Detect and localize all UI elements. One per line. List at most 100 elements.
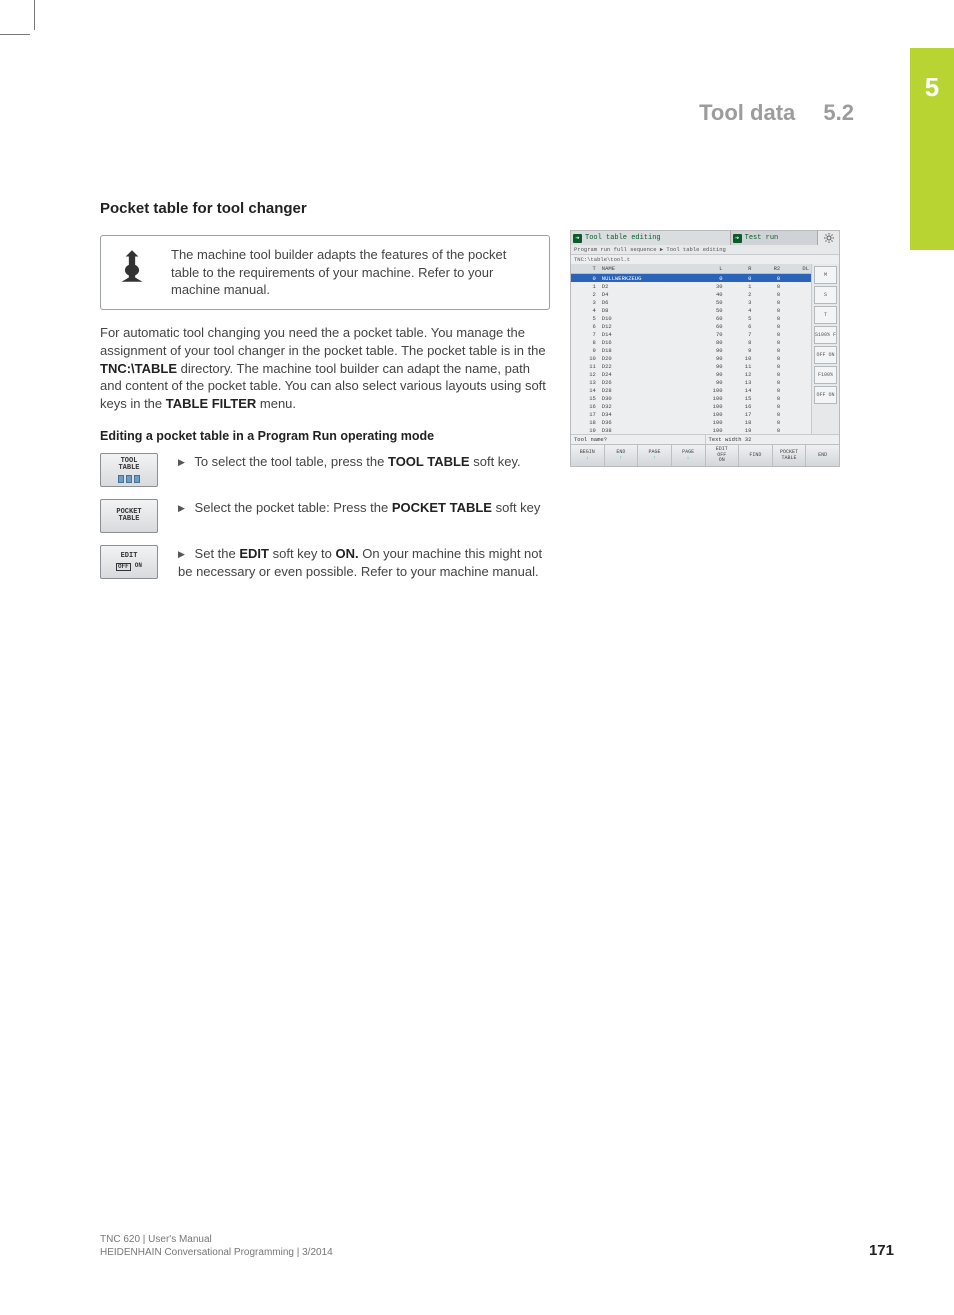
- step-span: To select the tool table, press the: [194, 454, 388, 469]
- table-cell: 14: [725, 386, 754, 394]
- fig-softkey-bar: BEGINENDPAGEPAGEEDITOFFONFINDPOCKETTABLE…: [571, 444, 839, 466]
- body-paragraph: For automatic tool changing you need the…: [100, 324, 550, 414]
- table-cell: D14: [600, 330, 691, 338]
- sidebar-item[interactable]: OFF ON: [814, 346, 837, 364]
- table-cell: 0: [753, 290, 782, 298]
- table-cell: 0: [753, 306, 782, 314]
- fig-status-bar: Tool name? Text width 32: [571, 434, 839, 444]
- edit-softkey[interactable]: EDIT OFFON: [100, 545, 158, 579]
- table-cell: 50: [691, 298, 725, 306]
- fig-softkey[interactable]: END: [806, 445, 839, 466]
- sidebar-item[interactable]: M: [814, 266, 837, 284]
- fig-title-text: Tool table editing: [585, 234, 661, 242]
- table-cell: 11: [571, 362, 600, 370]
- table-cell: 0: [753, 346, 782, 354]
- table-cell: 11: [725, 362, 754, 370]
- pocket-table-softkey[interactable]: POCKET TABLE: [100, 499, 158, 533]
- table-row[interactable]: 15D30100150: [571, 394, 811, 402]
- table-cell: 100: [691, 402, 725, 410]
- table-row[interactable]: 2D44020: [571, 290, 811, 298]
- table-row[interactable]: 13D2690130: [571, 378, 811, 386]
- table-row[interactable]: 16D32100160: [571, 402, 811, 410]
- table-cell: [782, 426, 811, 434]
- table-cell: 0: [753, 274, 782, 283]
- table-header: NAME: [600, 264, 691, 274]
- step-bold: POCKET TABLE: [392, 500, 492, 515]
- step-span: soft key.: [470, 454, 521, 469]
- fig-softkey[interactable]: PAGE: [672, 445, 706, 466]
- gear-icon[interactable]: [817, 231, 839, 245]
- sidebar-item[interactable]: F100%: [814, 366, 837, 384]
- table-row[interactable]: 17D34100170: [571, 410, 811, 418]
- table-row[interactable]: 4D85040: [571, 306, 811, 314]
- table-cell: 0: [571, 274, 600, 283]
- table-cell: 15: [725, 394, 754, 402]
- table-cell: D26: [600, 378, 691, 386]
- footer-line: TNC 620 | User's Manual: [100, 1233, 333, 1246]
- table-cell: 100: [691, 394, 725, 402]
- table-cell: 1: [725, 282, 754, 290]
- sidebar-item[interactable]: T: [814, 306, 837, 324]
- arrow-icon: ➔: [733, 234, 742, 243]
- sidebar-item[interactable]: OFF ON: [814, 386, 837, 404]
- table-row[interactable]: 9D189090: [571, 346, 811, 354]
- table-cell: D2: [600, 282, 691, 290]
- table-cell: 0: [753, 282, 782, 290]
- table-row[interactable]: 3D65030: [571, 298, 811, 306]
- table-row[interactable]: 14D28100140: [571, 386, 811, 394]
- fig-softkey[interactable]: EDITOFFON: [706, 445, 740, 466]
- step-row: EDIT OFFON Set the EDIT soft key to ON. …: [100, 545, 550, 581]
- table-row[interactable]: 12D2490120: [571, 370, 811, 378]
- table-cell: D38: [600, 426, 691, 434]
- para-bold: TNC:\TABLE: [100, 361, 177, 376]
- fig-softkey[interactable]: BEGIN: [571, 445, 605, 466]
- fig-softkey[interactable]: FIND: [739, 445, 773, 466]
- table-row[interactable]: 0NULLWERKZEUG000: [571, 274, 811, 283]
- table-cell: D32: [600, 402, 691, 410]
- table-cell: [782, 282, 811, 290]
- crop-marks: [0, 0, 954, 60]
- table-row[interactable]: 5D106050: [571, 314, 811, 322]
- step-bold: EDIT: [239, 546, 269, 561]
- subheading: Pocket table for tool changer: [100, 200, 860, 217]
- tool-table-softkey[interactable]: TOOL TABLE: [100, 453, 158, 487]
- table-row[interactable]: 8D168080: [571, 338, 811, 346]
- table-cell: 13: [571, 378, 600, 386]
- table-cell: 13: [725, 378, 754, 386]
- table-row[interactable]: 18D36100180: [571, 418, 811, 426]
- sidebar-item[interactable]: S100% F: [814, 326, 837, 344]
- table-cell: 17: [725, 410, 754, 418]
- table-cell: [782, 290, 811, 298]
- chapter-number: 5: [925, 72, 939, 103]
- table-cell: 90: [691, 378, 725, 386]
- table-cell: D28: [600, 386, 691, 394]
- table-header: DL: [782, 264, 811, 274]
- step-span: soft key to: [269, 546, 335, 561]
- tool-table[interactable]: TNAMELRR2DL 0NULLWERKZEUG0001D230102D440…: [571, 264, 811, 434]
- step-text: Select the pocket table: Press the POCKE…: [178, 499, 550, 533]
- fig-softkey[interactable]: PAGE: [638, 445, 672, 466]
- table-cell: 0: [753, 298, 782, 306]
- step-span: soft key: [492, 500, 540, 515]
- table-cell: 0: [753, 394, 782, 402]
- table-cell: D6: [600, 298, 691, 306]
- table-cell: D10: [600, 314, 691, 322]
- table-row[interactable]: 7D147070: [571, 330, 811, 338]
- header-title: Tool data: [699, 100, 795, 125]
- table-cell: 17: [571, 410, 600, 418]
- table-row[interactable]: 19D38100190: [571, 426, 811, 434]
- table-cell: 19: [725, 426, 754, 434]
- para-text: menu.: [256, 396, 296, 411]
- step-span: Set the: [195, 546, 240, 561]
- table-row[interactable]: 10D2090100: [571, 354, 811, 362]
- fig-softkey[interactable]: END: [605, 445, 639, 466]
- table-row[interactable]: 1D23010: [571, 282, 811, 290]
- table-cell: D24: [600, 370, 691, 378]
- footer-line: HEIDENHAIN Conversational Programming | …: [100, 1246, 333, 1259]
- table-row[interactable]: 6D126060: [571, 322, 811, 330]
- fig-softkey[interactable]: POCKETTABLE: [773, 445, 807, 466]
- table-cell: [782, 298, 811, 306]
- table-cell: [782, 322, 811, 330]
- sidebar-item[interactable]: S: [814, 286, 837, 304]
- table-row[interactable]: 11D2290110: [571, 362, 811, 370]
